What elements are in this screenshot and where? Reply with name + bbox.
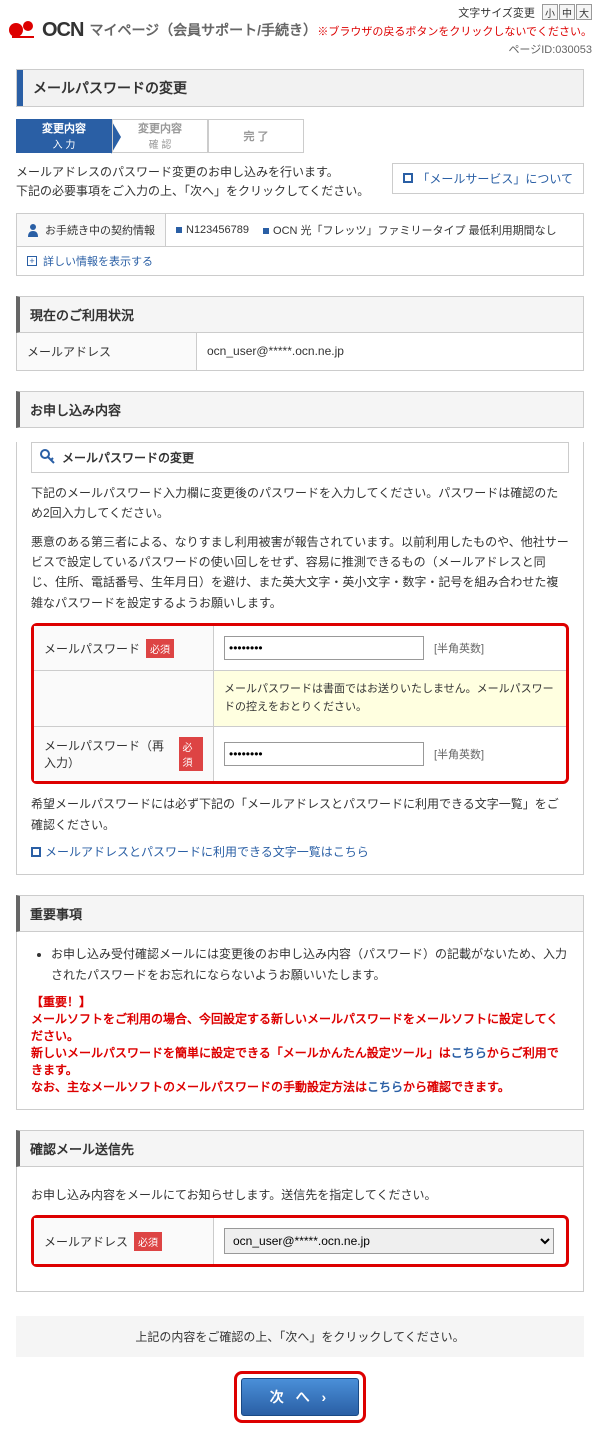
password-hint: [半角英数]	[434, 640, 484, 656]
logo-text: OCN	[42, 19, 83, 42]
required-badge: 必須	[134, 1232, 162, 1251]
contract-number: N123456789	[176, 224, 249, 236]
browser-back-warning: ※ブラウザの戻るボタンをクリックしないでください。	[317, 23, 592, 39]
tool-link[interactable]: こちら	[451, 1046, 487, 1060]
password-confirm-input[interactable]	[224, 742, 424, 766]
important-warn-3: なお、主なメールソフトのメールパスワードの手動設定方法はこちらから確認できます。	[31, 1078, 569, 1095]
step-confirm: 変更内容確 認	[112, 119, 208, 153]
footer-text: 上記の内容をご確認の上、「次へ」をクリックしてください。	[16, 1316, 584, 1357]
password-note: メールパスワードは書面ではお送りいたしません。メールパスワードの控えをおとりくだ…	[214, 671, 566, 726]
contract-label: お手続き中の契約情報	[17, 214, 166, 246]
main-heading: メールパスワードの変更	[17, 70, 583, 106]
person-icon	[27, 223, 39, 237]
required-badge: 必須	[179, 737, 203, 771]
usage-mail-value: ocn_user@*****.ocn.ne.jp	[197, 333, 583, 370]
link-icon	[403, 173, 413, 183]
next-button[interactable]: 次 へ ›	[241, 1378, 359, 1416]
font-medium-button[interactable]: 中	[559, 4, 575, 20]
page-id: ページID:030053	[317, 41, 592, 57]
step-complete: 完 了	[208, 119, 304, 153]
confirm-text: お申し込み内容をメールにてお知らせします。送信先を指定してください。	[31, 1185, 569, 1205]
step-indicator: 変更内容入 力 変更内容確 認 完 了	[16, 119, 584, 153]
link-icon	[31, 847, 41, 857]
contract-plan: OCN 光「フレッツ」ファミリータイプ 最低利用期間なし	[263, 222, 557, 238]
apply-heading: お申し込み内容	[16, 391, 584, 428]
password-label: メールパスワード 必須	[34, 626, 214, 670]
step-input: 変更内容入 力	[16, 119, 112, 153]
important-heading: 重要事項	[16, 895, 584, 932]
logo: OCN	[8, 18, 83, 42]
usage-heading: 現在のご利用状況	[16, 296, 584, 333]
apply-instruction-1: 下記のメールパスワード入力欄に変更後のパスワードを入力してください。パスワードは…	[31, 483, 569, 524]
password-input[interactable]	[224, 636, 424, 660]
password-confirm-hint: [半角英数]	[434, 746, 484, 762]
confirm-mail-select[interactable]: ocn_user@*****.ocn.ne.jp	[224, 1228, 554, 1254]
key-icon	[40, 449, 56, 465]
important-list: お申し込み受付確認メールには変更後のお申し込み内容（パスワード）の記載がないため…	[31, 936, 569, 993]
chevron-right-icon: ›	[322, 1389, 331, 1405]
page-title: マイページ（会員サポート/手続き）	[89, 20, 317, 40]
apply-after-text: 希望メールパスワードには必ず下記の「メールアドレスとパスワードに利用できる文字一…	[31, 794, 569, 835]
expand-details[interactable]: + 詳しい情報を表示する	[16, 247, 584, 276]
font-size-label: 文字サイズ変更	[458, 8, 535, 20]
important-warn-2: 新しいメールパスワードを簡単に設定できる「メールかんたん設定ツール」はこちらから…	[31, 1044, 569, 1078]
font-large-button[interactable]: 大	[576, 4, 592, 20]
ocn-logo-icon	[8, 18, 38, 42]
font-small-button[interactable]: 小	[542, 4, 558, 20]
apply-instruction-2: 悪意のある第三者による、なりすまし利用被害が報告されています。以前利用したものや…	[31, 532, 569, 614]
important-warn-1: メールソフトをご利用の場合、今回設定する新しいメールパスワードをメールソフトに設…	[31, 1010, 569, 1044]
confirm-heading: 確認メール送信先	[16, 1130, 584, 1167]
confirm-mail-label: メールアドレス 必須	[34, 1218, 214, 1264]
plus-icon: +	[27, 256, 37, 266]
password-confirm-label: メールパスワード（再入力） 必須	[34, 727, 214, 781]
usage-mail-label: メールアドレス	[17, 333, 197, 370]
important-warn-heading: 【重要！】	[31, 993, 569, 1010]
mail-service-link[interactable]: 「メールサービス」について	[392, 163, 584, 194]
intro-text: メールアドレスのパスワード変更のお申し込みを行います。 下記の必要事項をご入力の…	[16, 163, 380, 201]
char-list-link[interactable]: メールアドレスとパスワードに利用できる文字一覧はこちら	[31, 843, 569, 860]
required-badge: 必須	[146, 639, 174, 658]
manual-link[interactable]: こちら	[367, 1080, 403, 1094]
apply-sub-heading: メールパスワードの変更	[31, 442, 569, 473]
